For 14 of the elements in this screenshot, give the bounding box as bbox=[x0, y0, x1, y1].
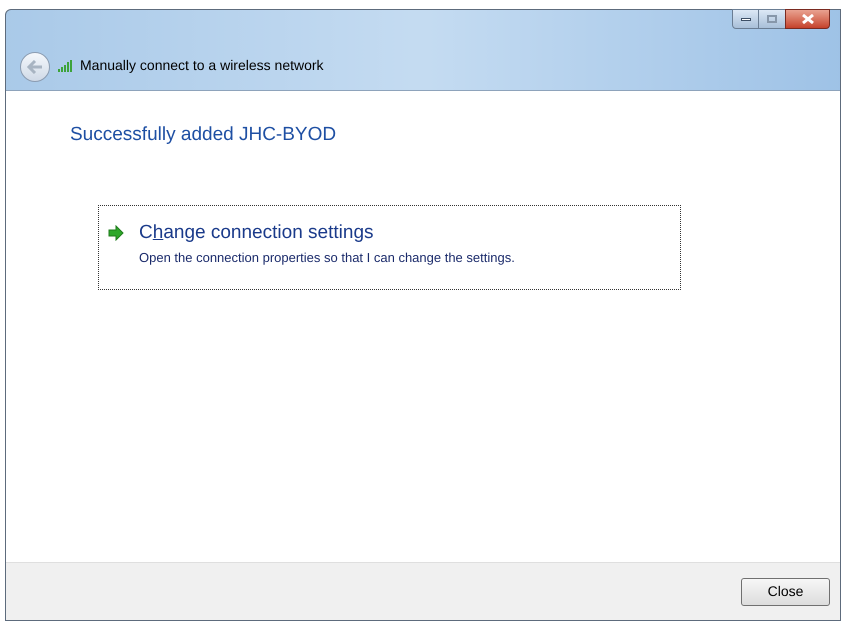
back-arrow-icon bbox=[27, 60, 43, 74]
command-link-title: Change connection settings bbox=[139, 220, 374, 244]
close-icon bbox=[802, 14, 814, 24]
minimize-button[interactable] bbox=[732, 9, 759, 29]
back-button[interactable] bbox=[20, 52, 50, 82]
command-link[interactable]: Change connection settings Open the connection properties so that I can change the settings. bbox=[98, 204, 681, 290]
maximize-button[interactable] bbox=[759, 9, 785, 29]
window-title: Manually connect to a wireless network bbox=[80, 56, 324, 75]
close-button[interactable] bbox=[785, 9, 830, 29]
arrow-icon bbox=[107, 224, 125, 240]
page-heading: Successfully added JHC-BYOD bbox=[70, 123, 338, 147]
signal-bars-icon bbox=[58, 60, 75, 72]
command-link-description: Open the connection properties so that I can change the settings. bbox=[139, 248, 515, 267]
close-dialog-button[interactable]: Close bbox=[741, 578, 830, 606]
